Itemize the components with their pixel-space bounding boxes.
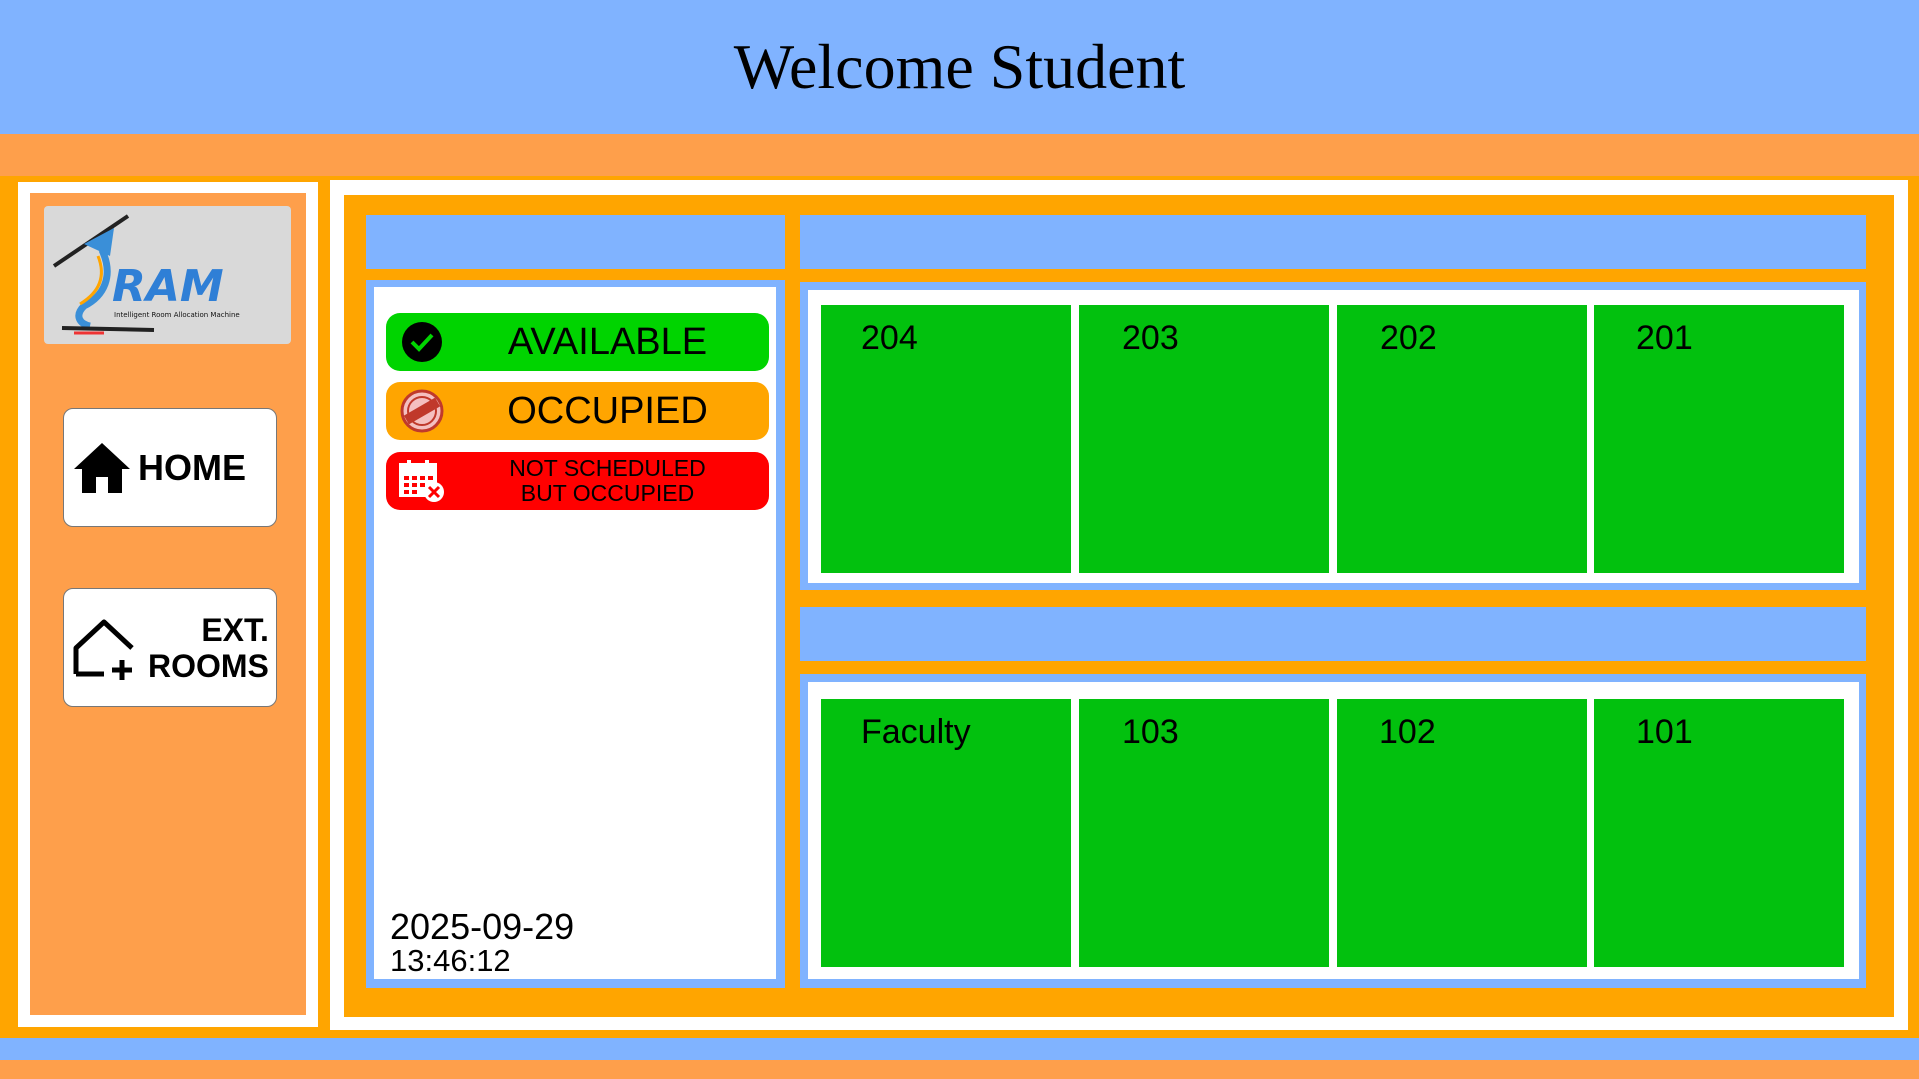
room-label: Faculty bbox=[861, 713, 971, 751]
ext-rooms-button[interactable]: EXT. ROOMS bbox=[63, 588, 277, 707]
legend-not-scheduled-line1: NOT SCHEDULED bbox=[509, 455, 706, 481]
svg-text:RAM: RAM bbox=[112, 261, 224, 312]
home-button[interactable]: HOME bbox=[63, 408, 277, 527]
room-label: 102 bbox=[1379, 713, 1436, 751]
legend-not-scheduled-line2: BUT OCCUPIED bbox=[520, 480, 695, 506]
floor-2-header-bar bbox=[800, 215, 1866, 269]
room-tile-faculty[interactable]: Faculty bbox=[821, 699, 1071, 967]
home-label: HOME bbox=[138, 446, 246, 488]
legend-occupied: OCCUPIED bbox=[386, 382, 769, 440]
time-label: 13:46:12 bbox=[390, 943, 511, 978]
datetime: 2025-09-29 13:46:12 bbox=[390, 906, 575, 978]
logo-graphic-icon: RAM Intelligent Room Allocation Machine bbox=[52, 214, 240, 335]
room-label: 103 bbox=[1122, 713, 1179, 751]
legend-not-scheduled: NOT SCHEDULED BUT OCCUPIED bbox=[386, 452, 769, 510]
header-divider bbox=[0, 134, 1919, 176]
room-tile-204[interactable]: 204 bbox=[821, 305, 1071, 573]
check-circle-icon bbox=[398, 318, 446, 366]
room-tile-102[interactable]: 102 bbox=[1337, 699, 1587, 967]
room-label: 204 bbox=[861, 319, 918, 357]
logo: RAM Intelligent Room Allocation Machine bbox=[44, 206, 291, 344]
room-tile-201[interactable]: 201 bbox=[1594, 305, 1844, 573]
room-tile-202[interactable]: 202 bbox=[1337, 305, 1587, 573]
legend-available: AVAILABLE bbox=[386, 313, 769, 371]
ext-rooms-label: EXT. ROOMS bbox=[148, 612, 269, 684]
room-label: 201 bbox=[1636, 319, 1693, 357]
legend-not-scheduled-label: NOT SCHEDULED BUT OCCUPIED bbox=[446, 456, 769, 506]
legend-available-label: AVAILABLE bbox=[507, 320, 708, 363]
room-tile-101[interactable]: 101 bbox=[1594, 699, 1844, 967]
room-label: 202 bbox=[1380, 319, 1437, 357]
room-label: 203 bbox=[1122, 319, 1179, 357]
date-label: 2025-09-29 bbox=[390, 906, 575, 947]
house-plus-icon bbox=[73, 619, 134, 680]
svg-text:Intelligent Room Allocation Ma: Intelligent Room Allocation Machine bbox=[114, 311, 240, 319]
occupied-stamp-icon bbox=[398, 387, 446, 435]
room-tile-203[interactable]: 203 bbox=[1079, 305, 1329, 573]
room-tile-103[interactable]: 103 bbox=[1079, 699, 1329, 967]
legend-header-bar bbox=[366, 215, 785, 269]
page-title: Welcome Student bbox=[733, 31, 1186, 102]
ext-rooms-label-line2: ROOMS bbox=[148, 647, 269, 684]
floor-1-header-bar bbox=[800, 607, 1866, 661]
footer-bar bbox=[0, 1038, 1919, 1060]
calendar-x-icon bbox=[398, 457, 446, 505]
room-label: 101 bbox=[1636, 713, 1693, 751]
footer-stripe bbox=[0, 1060, 1919, 1079]
legend-occupied-label: OCCUPIED bbox=[507, 389, 708, 432]
ext-rooms-label-line1: EXT. bbox=[201, 611, 269, 648]
home-icon bbox=[74, 442, 130, 493]
